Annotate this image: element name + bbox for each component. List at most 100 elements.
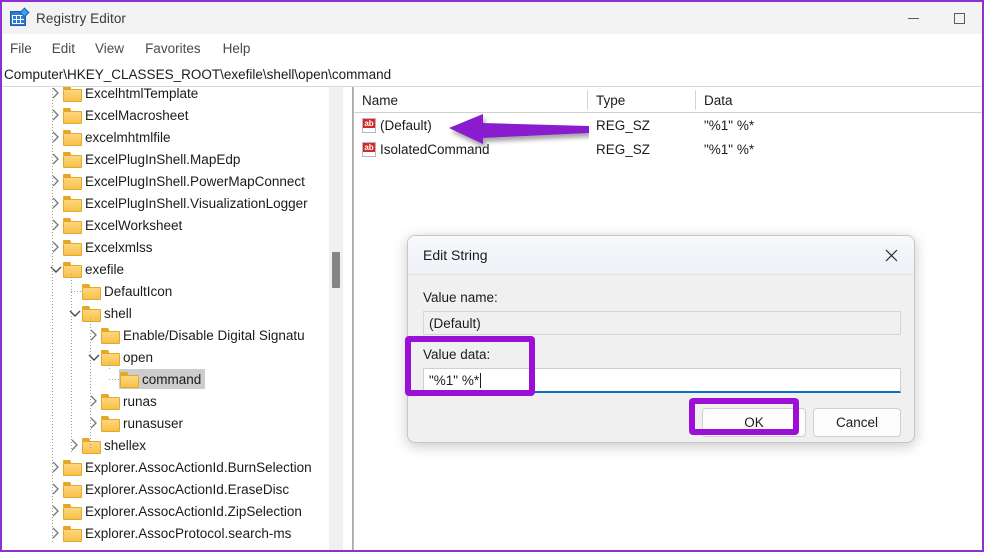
menu-bar: File Edit View Favorites Help — [2, 34, 982, 62]
chevron-right-icon[interactable] — [48, 478, 63, 500]
tree-item-label: excelmhtmlfile — [85, 129, 171, 145]
chevron-down-icon[interactable] — [86, 346, 101, 368]
tree-item-explorer-assocactionid-zipselection[interactable]: Explorer.AssocActionId.ZipSelection — [2, 500, 342, 522]
tree-scrollbar[interactable] — [329, 87, 343, 550]
close-icon[interactable] — [869, 236, 914, 274]
tree-item-label: DefaultIcon — [104, 283, 173, 299]
tree-item-runas[interactable]: runas — [2, 390, 342, 412]
chevron-right-icon[interactable] — [67, 434, 82, 456]
folder-icon — [82, 284, 101, 300]
chevron-right-icon[interactable] — [48, 456, 63, 478]
chevron-right-icon[interactable] — [48, 500, 63, 522]
menu-file[interactable]: File — [10, 39, 32, 58]
dialog-body: Value name: (Default) Value data: "%1" %… — [408, 275, 914, 442]
chevron-right-icon[interactable] — [48, 236, 63, 258]
folder-icon — [101, 394, 120, 410]
string-value-icon: ab — [362, 141, 376, 157]
registry-tree: ExcelhtmlTemplate ExcelMacrosheet excelmht… — [2, 87, 342, 544]
tree-item-shellex[interactable]: shellex — [2, 434, 342, 456]
chevron-right-icon[interactable] — [48, 87, 63, 104]
folder-icon — [63, 504, 82, 520]
maximize-button[interactable] — [936, 2, 982, 34]
tree-item-excelpluginshell-powermapconnect[interactable]: ExcelPlugInShell.PowerMapConnect — [2, 170, 342, 192]
tree-item-explorer-assocactionid-erasedisc[interactable]: Explorer.AssocActionId.EraseDisc — [2, 478, 342, 500]
value-type-cell: REG_SZ — [596, 141, 651, 157]
tree-item-shell[interactable]: shell — [2, 302, 342, 324]
tree-item-open[interactable]: open — [2, 346, 342, 368]
chevron-right-icon[interactable] — [48, 522, 63, 544]
address-bar[interactable]: Computer\HKEY_CLASSES_ROOT\exefile\shell… — [2, 62, 982, 87]
string-value-icon: ab — [362, 117, 376, 133]
tree-item-excelpluginshell-visualizationlogger[interactable]: ExcelPlugInShell.VisualizationLogger — [2, 192, 342, 214]
value-row[interactable]: ab (Default) REG_SZ "%1" %* — [354, 113, 982, 137]
tree-item-label: Excelxmlss — [85, 239, 153, 255]
chevron-right-icon[interactable] — [48, 214, 63, 236]
tree-item-runasuser[interactable]: runasuser — [2, 412, 342, 434]
tree-item-command[interactable]: command — [2, 368, 342, 390]
column-header-type[interactable]: Type — [596, 87, 625, 113]
chevron-right-icon[interactable] — [48, 192, 63, 214]
tree-item-defaulticon[interactable]: DefaultIcon — [2, 280, 342, 302]
tree-guide-line — [109, 379, 119, 380]
tree-item-explorer-assocactionid-burnselection[interactable]: Explorer.AssocActionId.BurnSelection — [2, 456, 342, 478]
tree-item-label: ExcelMacrosheet — [85, 107, 189, 123]
value-type-cell: REG_SZ — [596, 117, 651, 133]
value-row[interactable]: ab IsolatedCommand REG_SZ "%1" %* — [354, 137, 982, 161]
chevron-right-icon[interactable] — [48, 170, 63, 192]
chevron-right-icon[interactable] — [86, 324, 101, 346]
tree-item-excelmhtmlfile[interactable]: excelmhtmlfile — [2, 126, 342, 148]
folder-icon — [101, 328, 120, 344]
chevron-right-icon[interactable] — [86, 412, 101, 434]
menu-edit[interactable]: Edit — [52, 39, 75, 58]
registry-path: Computer\HKEY_CLASSES_ROOT\exefile\shell… — [4, 66, 392, 82]
edit-string-dialog: Edit String Value name: (Default) Value … — [407, 235, 915, 443]
registry-tree-pane[interactable]: ExcelhtmlTemplate ExcelMacrosheet excelmht… — [2, 87, 353, 550]
tree-item-excelxmlss[interactable]: Excelxmlss — [2, 236, 342, 258]
tree-item-excelworksheet[interactable]: ExcelWorksheet — [2, 214, 342, 236]
value-name-text: (Default) — [380, 117, 432, 133]
tree-item-label: Explorer.AssocProtocol.search-ms — [85, 525, 292, 541]
chevron-right-icon[interactable] — [48, 148, 63, 170]
tree-item-label: Enable/Disable Digital Signatu — [123, 327, 305, 343]
tree-item-excelhtmltemplate[interactable]: ExcelhtmlTemplate — [2, 87, 342, 104]
tree-guide-line — [71, 274, 72, 452]
folder-icon — [63, 130, 82, 146]
value-data-text: "%1" %* — [429, 372, 480, 388]
tree-guide-line — [90, 318, 91, 450]
minimize-button[interactable] — [890, 2, 936, 34]
menu-view[interactable]: View — [95, 39, 124, 58]
tree-item-label: runas — [123, 393, 157, 409]
tree-item-label: Explorer.AssocActionId.ZipSelection — [85, 503, 302, 519]
registry-editor-icon — [10, 7, 30, 27]
chevron-right-icon[interactable] — [48, 104, 63, 126]
value-name-label: Value name: — [423, 290, 498, 305]
tree-scrollbar-thumb[interactable] — [332, 252, 340, 288]
folder-icon — [120, 372, 139, 388]
tree-item-explorer-assocprotocol-search-ms[interactable]: Explorer.AssocProtocol.search-ms — [2, 522, 342, 544]
tree-item-excelmacrosheet[interactable]: ExcelMacrosheet — [2, 104, 342, 126]
value-data-cell: "%1" %* — [704, 117, 755, 133]
chevron-down-icon[interactable] — [67, 302, 82, 324]
tree-item-label: ExcelPlugInShell.PowerMapConnect — [85, 173, 305, 189]
column-header-name[interactable]: Name — [362, 87, 398, 113]
chevron-right-icon[interactable] — [86, 390, 101, 412]
tree-item-label: ExcelPlugInShell.MapEdp — [85, 151, 241, 167]
value-name-field: (Default) — [423, 311, 901, 335]
value-data-field[interactable]: "%1" %* — [423, 368, 901, 393]
cancel-button[interactable]: Cancel — [813, 408, 901, 437]
chevron-right-icon[interactable] — [48, 126, 63, 148]
folder-icon — [101, 416, 120, 432]
menu-favorites[interactable]: Favorites — [145, 39, 201, 58]
dialog-title: Edit String — [423, 247, 488, 263]
text-caret — [480, 372, 482, 388]
tree-guide-line — [52, 87, 53, 544]
tree-item-enable-disable-digital-signatu[interactable]: Enable/Disable Digital Signatu — [2, 324, 342, 346]
column-header-data[interactable]: Data — [704, 87, 733, 113]
tree-guide-line — [109, 362, 110, 370]
menu-help[interactable]: Help — [223, 39, 251, 58]
value-name-cell: ab (Default) — [362, 113, 432, 137]
tree-item-excelpluginshell-mapedp[interactable]: ExcelPlugInShell.MapEdp — [2, 148, 342, 170]
tree-item-exefile[interactable]: exefile — [2, 258, 342, 280]
chevron-down-icon[interactable] — [48, 258, 63, 280]
ok-button[interactable]: OK — [702, 408, 806, 437]
